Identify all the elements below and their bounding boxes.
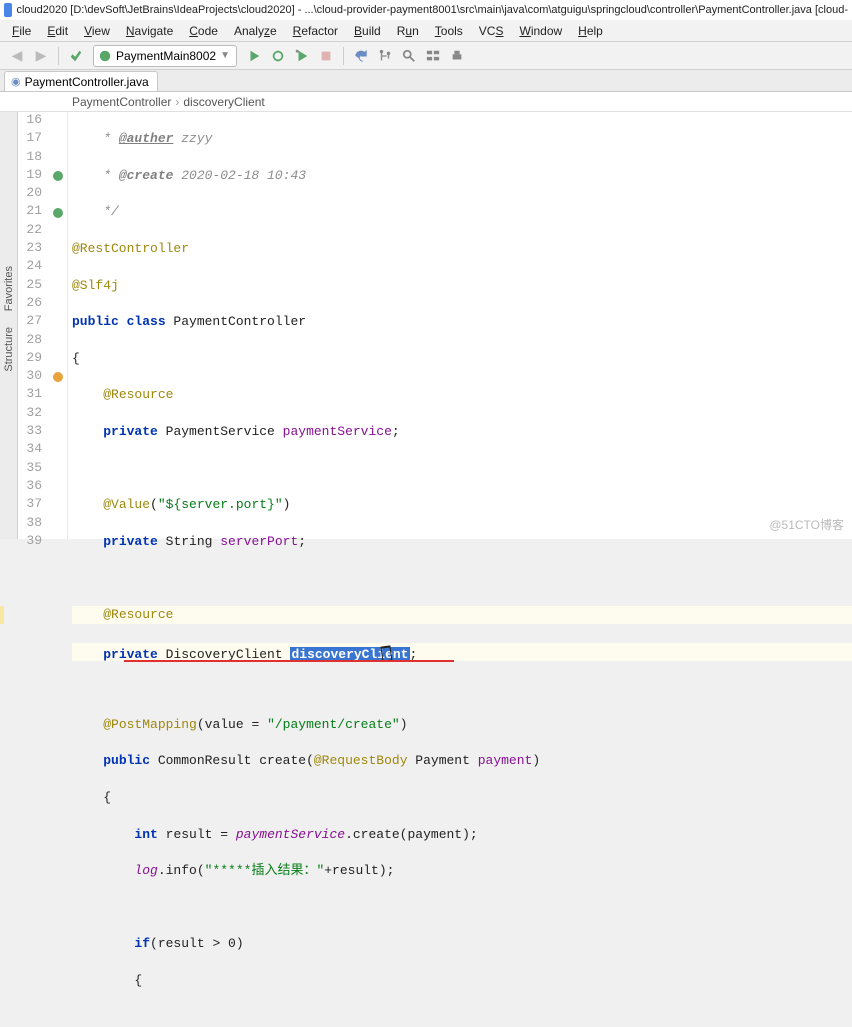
favorites-tool-tab[interactable]: Favorites [2,262,16,315]
gutter: 1617181920212223242526272829303132333435… [18,112,68,539]
code-area[interactable]: * @auther zzyy * @create 2020-02-18 10:4… [68,112,852,539]
watermark: @51CTO博客 [769,516,844,533]
menu-code[interactable]: Code [181,22,226,40]
update-button[interactable] [350,45,372,67]
menu-window[interactable]: Window [511,22,570,40]
menu-tools[interactable]: Tools [427,22,471,40]
tab-payment-controller[interactable]: ◉ PaymentController.java [4,71,158,91]
tab-label: PaymentController.java [25,75,149,89]
debug-button[interactable] [267,45,289,67]
menu-analyze[interactable]: Analyze [226,22,285,40]
menu-file[interactable]: File [4,22,39,40]
breadcrumb-field[interactable]: discoveryClient [183,95,264,109]
pin-icon: ◉ [11,75,21,88]
structure-button[interactable] [422,45,444,67]
tool-window-tabs: Favorites Structure [0,112,18,539]
menu-refactor[interactable]: Refactor [285,22,346,40]
stop-button[interactable] [315,45,337,67]
toolbar: ◀ ▶ PaymentMain8002 ▼ [0,42,852,70]
spring-icon [98,49,112,63]
divider [58,47,59,65]
menu-build[interactable]: Build [346,22,389,40]
menu-navigate[interactable]: Navigate [118,22,181,40]
chevron-right-icon: › [175,95,179,109]
title-bar: cloud2020 [D:\devSoft\JetBrains\IdeaProj… [0,0,852,20]
nav-back-button[interactable]: ◀ [6,45,28,67]
run-config-dropdown[interactable]: PaymentMain8002 ▼ [93,45,237,67]
line-numbers: 1617181920212223242526272829303132333435… [18,112,48,539]
menu-vcs[interactable]: VCS [471,22,512,40]
editor: Favorites Structure 16171819202122232425… [0,112,852,539]
print-button[interactable] [446,45,468,67]
search-button[interactable] [398,45,420,67]
gutter-icons [48,112,68,539]
vcs-button[interactable] [374,45,396,67]
menu-help[interactable]: Help [570,22,611,40]
coverage-button[interactable] [291,45,313,67]
divider [343,47,344,65]
menu-run[interactable]: Run [389,22,427,40]
build-button[interactable] [65,45,87,67]
menu-view[interactable]: View [76,22,118,40]
menu-bar: File Edit View Navigate Code Analyze Ref… [0,20,852,42]
menu-edit[interactable]: Edit [39,22,76,40]
run-button[interactable] [243,45,265,67]
editor-tab-row: ◉ PaymentController.java [0,70,852,92]
nav-forward-button[interactable]: ▶ [30,45,52,67]
window-title: cloud2020 [D:\devSoft\JetBrains\IdeaProj… [16,4,848,16]
breadcrumb: PaymentController › discoveryClient [0,92,852,112]
chevron-down-icon: ▼ [220,50,230,61]
breadcrumb-class[interactable]: PaymentController [72,95,171,109]
structure-tool-tab[interactable]: Structure [2,323,16,376]
app-icon [4,3,12,17]
run-config-name: PaymentMain8002 [116,49,216,63]
